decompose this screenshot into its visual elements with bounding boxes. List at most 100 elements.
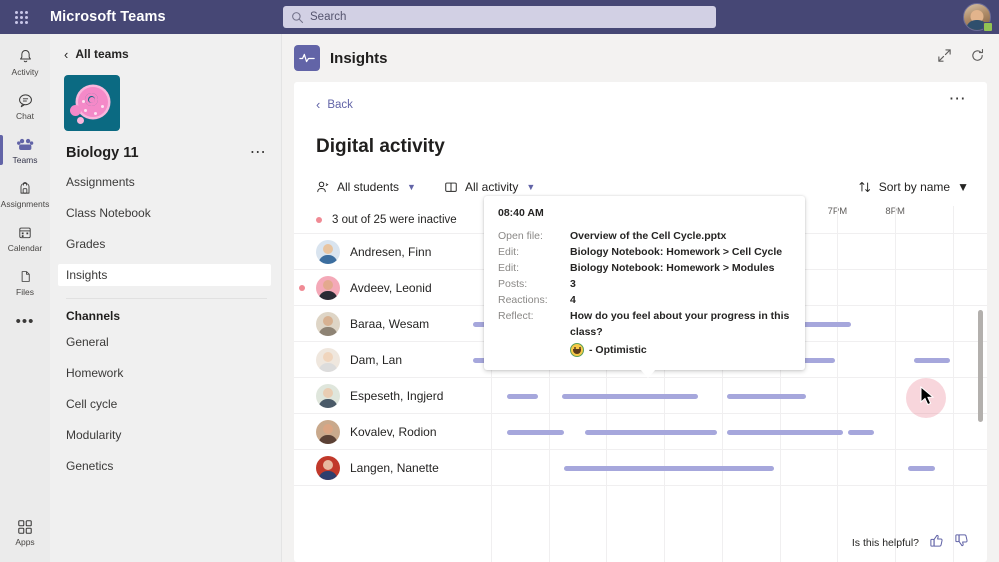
student-name-cell: Langen, Nanette: [294, 455, 462, 480]
activity-bar[interactable]: [506, 429, 565, 435]
search-input[interactable]: Search: [283, 6, 716, 28]
nav-label: Assignments: [66, 174, 135, 189]
sidebar-item-class-notebook[interactable]: Class Notebook: [50, 202, 281, 223]
back-button[interactable]: ‹ Back: [316, 98, 353, 111]
tooltip-entry-key: Reactions:: [498, 294, 548, 306]
sidebar-item-grades[interactable]: Grades: [50, 233, 281, 254]
channel-label: General: [66, 334, 109, 349]
sidebar-item-activity[interactable]: Activity: [0, 40, 50, 84]
activity-track[interactable]: [462, 450, 987, 486]
refresh-icon[interactable]: [970, 48, 985, 68]
activity-bar[interactable]: [506, 393, 539, 399]
apps-grid-icon: [17, 517, 33, 536]
biology-cell-logo: [64, 75, 120, 131]
feedback-label: Is this helpful?: [851, 537, 919, 549]
channel-item-genetics[interactable]: Genetics: [50, 455, 281, 476]
activity-bar[interactable]: [727, 393, 806, 399]
student-name-cell: Baraa, Wesam: [294, 311, 462, 336]
sort-icon: [859, 181, 870, 193]
channel-item-general[interactable]: General: [50, 331, 281, 352]
tooltip-entry: Posts: 3: [498, 276, 791, 292]
rail-label: Files: [16, 287, 34, 297]
activity-track[interactable]: [462, 414, 987, 450]
title-bar: Microsoft Teams Search: [0, 0, 999, 34]
team-nav-list: Assignments Class Notebook Grades Insigh…: [50, 171, 281, 286]
tooltip-entry-key: Edit:: [498, 246, 520, 258]
table-row[interactable]: Espeseth, Ingjerd: [294, 378, 987, 414]
card-header: ‹ Back Digital activity: [294, 82, 987, 158]
rail-more-button[interactable]: •••: [16, 308, 35, 336]
team-sidebar: ‹ All teams Biology 11 ⋯ Assignments Cla…: [50, 34, 282, 562]
tooltip-entry-value: Overview of the Cell Cycle.pptx: [570, 230, 727, 242]
sidebar-item-apps[interactable]: Apps: [0, 510, 50, 554]
teams-icon: [16, 135, 35, 154]
activity-tooltip: 08:40 AM Open file: Overview of the Cell …: [484, 196, 805, 378]
channel-item-cell-cycle[interactable]: Cell cycle: [50, 393, 281, 414]
sidebar-item-files[interactable]: Files: [0, 260, 50, 304]
channel-item-modularity[interactable]: Modularity: [50, 424, 281, 445]
more-options-icon[interactable]: ⋯: [949, 90, 967, 107]
sidebar-item-calendar[interactable]: Calendar: [0, 216, 50, 260]
channels-heading: Channels: [66, 309, 121, 323]
student-name: Baraa, Wesam: [350, 316, 430, 331]
activity-track[interactable]: [462, 378, 987, 414]
all-teams-label: All teams: [75, 47, 129, 61]
chevron-down-icon: ▼: [526, 182, 536, 192]
insights-pulse-icon: [294, 45, 320, 71]
inactive-dot-icon: [299, 284, 305, 291]
tooltip-entry-value: Biology Notebook: Homework > Cell Cycle: [570, 246, 783, 258]
calendar-icon: [17, 223, 33, 242]
nav-label: Class Notebook: [66, 205, 151, 220]
teams-app-window: Microsoft Teams Search Activity Chat Tea…: [0, 0, 999, 562]
tooltip-entry-key: Reflect:: [498, 310, 534, 322]
channel-label: Genetics: [66, 458, 114, 473]
thumbs-down-icon[interactable]: [954, 533, 969, 553]
rail-label: Teams: [12, 155, 38, 165]
activity-bar[interactable]: [727, 429, 843, 435]
insights-header: Insights: [282, 34, 999, 82]
sort-by-name-button[interactable]: Sort by name ▼: [858, 180, 969, 194]
tooltip-entry-value: How do you feel about your progress in t…: [570, 310, 790, 338]
table-row[interactable]: Kovalev, Rodion: [294, 414, 987, 450]
expand-icon[interactable]: [937, 48, 952, 68]
tooltip-entry-value: Biology Notebook: Homework > Modules: [570, 262, 775, 274]
sidebar-item-insights[interactable]: Insights: [58, 264, 271, 286]
chevron-down-icon: ▼: [957, 180, 969, 194]
table-row[interactable]: Langen, Nanette: [294, 450, 987, 486]
student-name: Kovalev, Rodion: [350, 424, 437, 439]
filter-all-students[interactable]: All students ▼: [316, 180, 416, 194]
activity-bar[interactable]: [913, 357, 951, 363]
activity-bar[interactable]: [585, 429, 717, 435]
tooltip-entry-key: Edit:: [498, 262, 520, 274]
vertical-scrollbar[interactable]: [978, 310, 983, 422]
sidebar-item-assignments[interactable]: Assignments: [0, 172, 50, 216]
chat-icon: [17, 91, 34, 110]
more-options-icon[interactable]: ⋯: [250, 145, 267, 161]
sidebar-item-assignments[interactable]: Assignments: [50, 171, 281, 192]
activity-bar[interactable]: [908, 465, 935, 471]
sidebar-item-teams[interactable]: Teams: [0, 128, 50, 172]
channel-list: General Homework Cell cycle Modularity G…: [50, 331, 281, 476]
channel-item-homework[interactable]: Homework: [50, 362, 281, 383]
team-header: Biology 11 ⋯: [50, 131, 281, 171]
all-teams-back-button[interactable]: ‹ All teams: [50, 34, 281, 71]
sidebar-item-chat[interactable]: Chat: [0, 84, 50, 128]
avatar: [316, 419, 340, 444]
avatar: [316, 347, 340, 372]
tooltip-time: 08:40 AM: [498, 207, 544, 219]
app-launcher-icon[interactable]: [4, 10, 38, 24]
channel-label: Homework: [66, 365, 124, 380]
chevron-left-icon: ‹: [64, 46, 69, 62]
student-name-cell: Dam, Lan: [294, 347, 462, 372]
thumbs-up-icon[interactable]: [929, 533, 944, 553]
tooltip-entry: Reactions: 4: [498, 292, 791, 308]
activity-bar[interactable]: [564, 465, 775, 471]
filter-all-activity[interactable]: All activity ▼: [444, 180, 535, 194]
book-icon: [445, 182, 457, 192]
student-name: Avdeev, Leonid: [350, 280, 432, 295]
channel-label: Cell cycle: [66, 396, 118, 411]
activity-bar[interactable]: [847, 429, 875, 435]
activity-bar[interactable]: [561, 393, 699, 399]
rail-label: Apps: [15, 537, 35, 547]
tooltip-entry-value: 4: [570, 294, 576, 306]
